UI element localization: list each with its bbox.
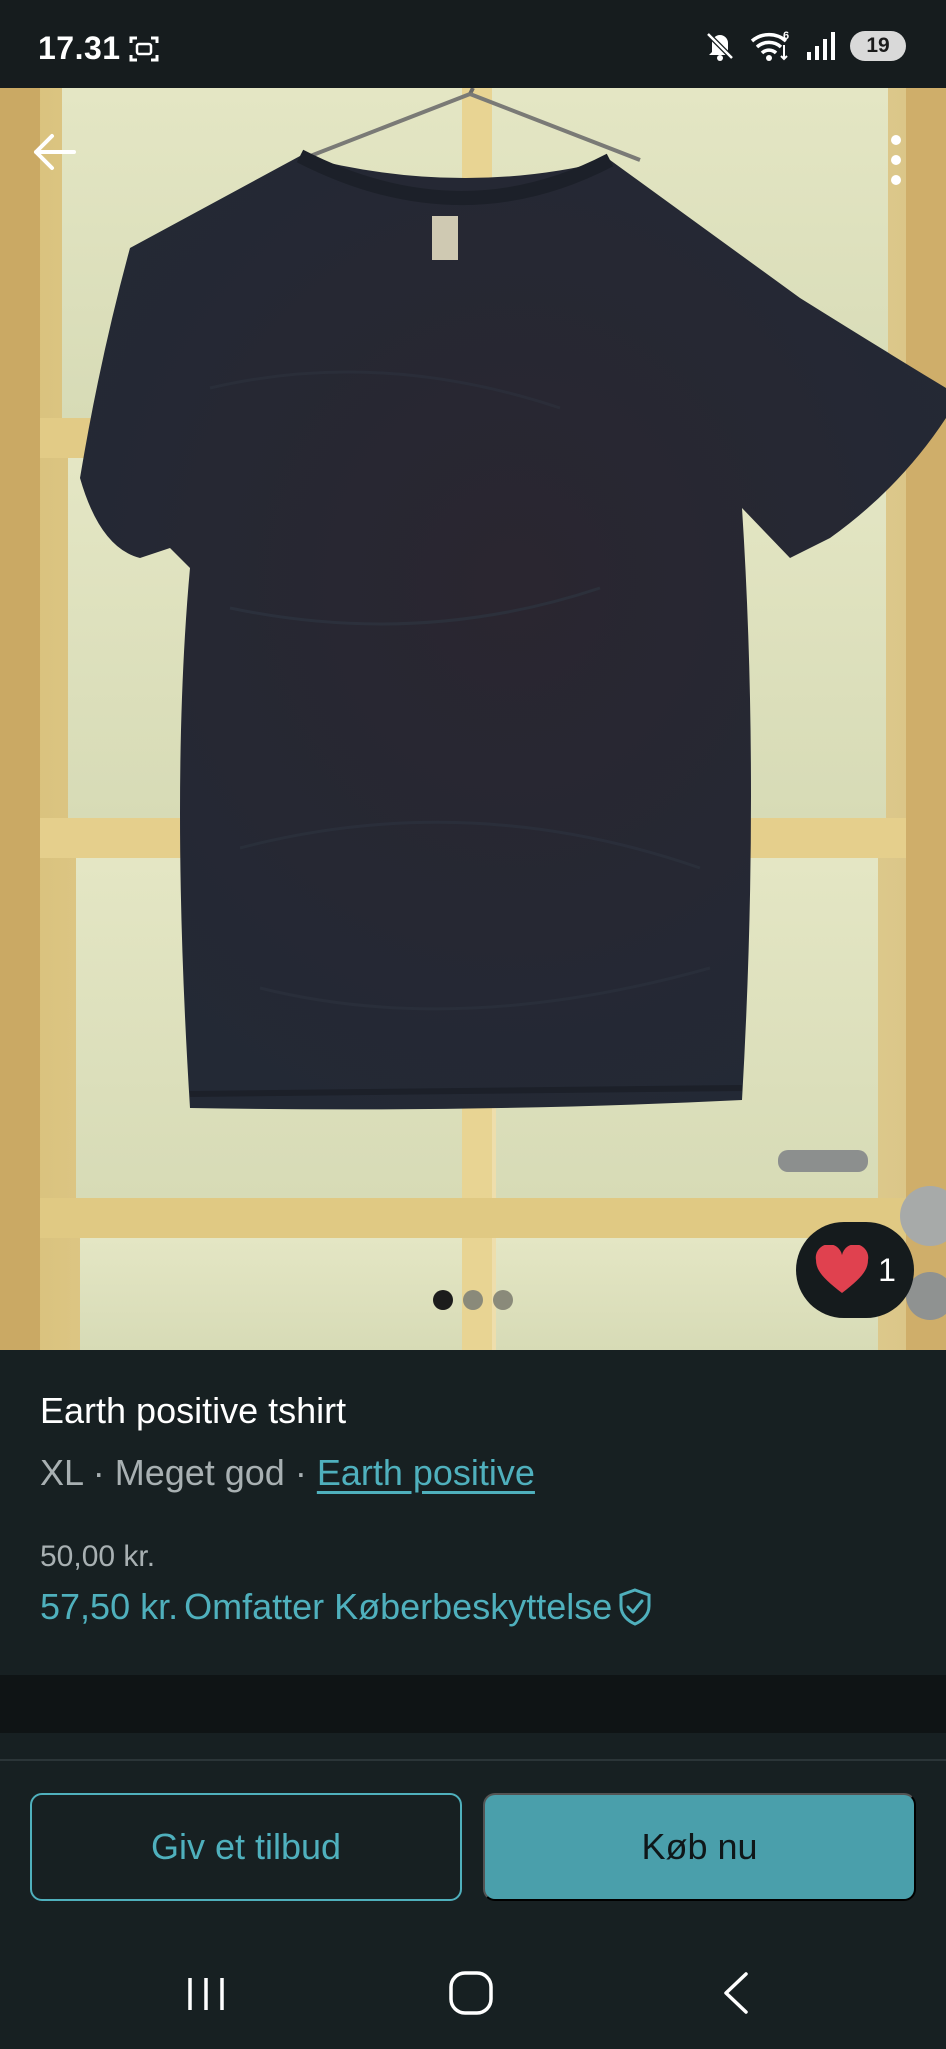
signal-icon bbox=[807, 32, 835, 60]
pagination-dot[interactable] bbox=[493, 1290, 513, 1310]
photo-pagination bbox=[433, 1290, 513, 1310]
item-price: 50,00 kr. bbox=[40, 1540, 156, 1573]
listing-title: Earth positive tshirt bbox=[40, 1390, 347, 1431]
more-options-icon[interactable] bbox=[886, 132, 906, 188]
pagination-dot[interactable] bbox=[433, 1290, 453, 1310]
buyer-protection-note: Omfatter Køberbeskyttelse bbox=[184, 1586, 613, 1627]
make-offer-button[interactable]: Giv et tilbud bbox=[30, 1793, 462, 1901]
status-bar: 17.31 6 19 bbox=[0, 0, 946, 88]
system-nav-bar bbox=[0, 1920, 946, 2049]
screenshot-icon bbox=[129, 36, 159, 62]
battery-icon: 19 bbox=[850, 31, 906, 61]
section-divider bbox=[0, 1675, 946, 1733]
favorite-button[interactable]: 1 bbox=[796, 1222, 914, 1318]
mute-icon bbox=[706, 32, 734, 61]
tshirt-photo-image bbox=[0, 88, 946, 1350]
listing-meta: XL · Meget god · Earth positive bbox=[40, 1452, 535, 1494]
recent-apps-icon[interactable] bbox=[186, 1976, 226, 2012]
brand-link[interactable]: Earth positive bbox=[317, 1452, 535, 1493]
home-icon[interactable] bbox=[448, 1970, 494, 2016]
status-icons: 6 19 bbox=[704, 28, 906, 64]
favorite-count: 1 bbox=[878, 1251, 896, 1288]
condition-label: Meget god bbox=[114, 1452, 285, 1493]
listing-info: Earth positive tshirt XL · Meget god · E… bbox=[0, 1350, 946, 1675]
back-arrow-icon[interactable] bbox=[30, 128, 78, 176]
system-back-icon[interactable] bbox=[720, 1970, 752, 2016]
meta-separator: · bbox=[82, 1452, 115, 1493]
wifi-icon: 6 bbox=[750, 30, 789, 61]
listing-photo[interactable]: 1 bbox=[0, 88, 946, 1350]
status-time: 17.31 bbox=[38, 30, 121, 66]
total-price-row[interactable]: 57,50 kr. Omfatter Køberbeskyttelse bbox=[40, 1586, 652, 1628]
pagination-dot[interactable] bbox=[463, 1290, 483, 1310]
buy-now-button[interactable]: Køb nu bbox=[483, 1793, 916, 1901]
meta-separator: · bbox=[284, 1452, 317, 1493]
heart-icon bbox=[815, 1245, 869, 1293]
size-label: XL bbox=[40, 1452, 83, 1493]
total-price: 57,50 kr. bbox=[40, 1586, 179, 1627]
shield-check-icon bbox=[619, 1588, 651, 1626]
action-bar-border bbox=[0, 1759, 946, 1761]
svg-text:6: 6 bbox=[783, 30, 789, 42]
